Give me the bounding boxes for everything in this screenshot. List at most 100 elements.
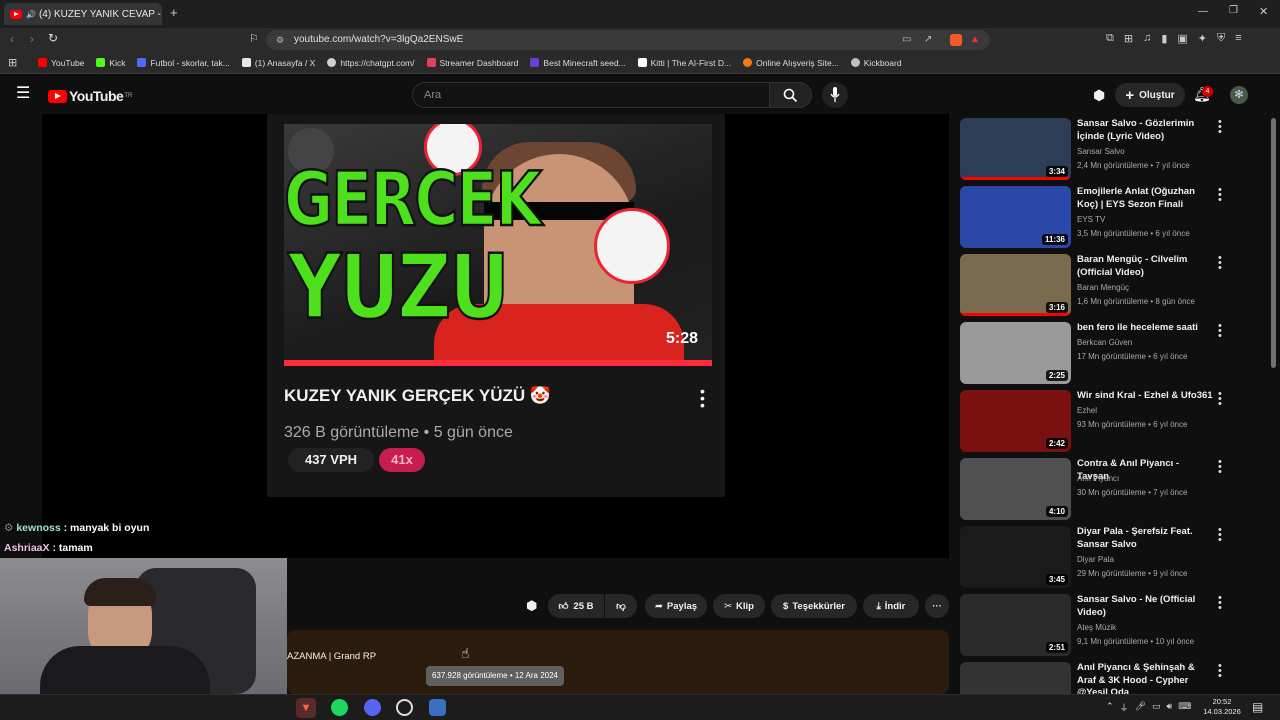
site-info-icon[interactable]: ⚙	[276, 30, 284, 50]
obs-taskbar-icon[interactable]	[396, 699, 413, 716]
page-scrollbar[interactable]	[1271, 118, 1276, 368]
more-options-icon[interactable]: • • •	[1218, 117, 1222, 138]
app-taskbar-icon[interactable]	[429, 699, 446, 716]
endscreen-thumbnail[interactable]: GERCEK YUZU	[284, 124, 712, 366]
more-options-icon[interactable]: • • •	[1218, 253, 1222, 274]
recommendation-item[interactable]: 3:45 Diyar Pala - Şerefsiz Feat. Sansar …	[959, 524, 1223, 592]
usb-icon[interactable]: ⏚	[1120, 701, 1129, 714]
recommendation-thumbnail[interactable]: 3:34	[960, 118, 1071, 180]
recommendation-title[interactable]: ben fero ile heceleme saati	[1077, 322, 1213, 335]
more-actions-button[interactable]: ···	[925, 594, 949, 618]
tray-overflow-icon[interactable]: ⌃	[1106, 701, 1114, 714]
recommendation-item[interactable]: 3:16 Baran Mengüç - Cilvelim (Official V…	[959, 252, 1223, 320]
audio-icon[interactable]: 🔊	[26, 10, 36, 19]
minimize-icon[interactable]: —	[1198, 6, 1208, 17]
notification-center-icon[interactable]: ▤	[1252, 700, 1263, 714]
spotify-taskbar-icon[interactable]	[331, 699, 348, 716]
channel-name[interactable]: Sansar Salvo	[1077, 147, 1125, 156]
bookmark-item[interactable]: YouTube	[38, 58, 84, 68]
create-button[interactable]: + Oluştur	[1115, 83, 1185, 107]
more-options-icon[interactable]: • • •	[1218, 593, 1222, 614]
screenshot-icon[interactable]: ⊞	[1124, 32, 1133, 45]
recommendation-thumbnail[interactable]	[960, 662, 1071, 696]
recommendation-title[interactable]: Emojilerle Anlat (Oğuzhan Koç) | EYS Sez…	[1077, 186, 1213, 211]
cast-icon[interactable]: ▭	[902, 30, 911, 50]
avatar[interactable]: ✻	[1230, 86, 1248, 104]
more-options-icon[interactable]: • • •	[1218, 457, 1222, 478]
bookmark-item[interactable]: (1) Anasayfa / X	[241, 58, 315, 68]
recommendation-thumbnail[interactable]: 4:10	[960, 458, 1071, 520]
recommendation-item[interactable]: 2:51 Sansar Salvo - Ne (Official Video) …	[959, 592, 1223, 660]
recommendation-title[interactable]: Wir sind Kral - Ezhel & Ufo361	[1077, 390, 1213, 403]
bookmark-item[interactable]: Streamer Dashboard	[426, 58, 518, 68]
channel-name[interactable]: Diyar Pala	[1077, 555, 1114, 564]
menu-icon[interactable]: ≡	[1235, 32, 1241, 45]
download-button[interactable]: ⤓ İndir	[863, 594, 919, 618]
recommendation-thumbnail[interactable]: 2:42	[960, 390, 1071, 452]
studio-icon[interactable]: ⬢	[1093, 87, 1105, 104]
recommendation-title[interactable]: Baran Mengüç - Cilvelim (Official Video)	[1077, 254, 1213, 279]
url-field[interactable]: ⚙ youtube.com/watch?v=3lgQa2ENSwE ▭ ↗ ▲	[266, 30, 990, 50]
channel-name[interactable]: Ezhel	[1077, 406, 1097, 415]
recommendation-thumbnail[interactable]: 3:16	[960, 254, 1071, 316]
bookmark-icon[interactable]: ⚐	[249, 32, 259, 45]
bookmark-item[interactable]: Futbol - skorlar, tak...	[137, 58, 230, 68]
media-icon[interactable]: ♫	[1143, 32, 1151, 45]
forward-icon[interactable]: ›	[30, 32, 34, 46]
recommendation-thumbnail[interactable]: 3:45	[960, 526, 1071, 588]
brave-shields-icon[interactable]	[950, 34, 962, 46]
wallet-icon[interactable]: ▣	[1177, 32, 1187, 45]
channel-name[interactable]: Baran Mengüç	[1077, 283, 1129, 292]
recommendation-thumbnail[interactable]: 2:25	[960, 322, 1071, 384]
restore-icon[interactable]: ❐	[1229, 5, 1238, 16]
recommendation-title[interactable]: Sansar Salvo - Ne (Official Video)	[1077, 594, 1213, 619]
close-window-icon[interactable]: ✕	[1259, 5, 1268, 18]
recommendation-item[interactable]: 11:36 Emojilerle Anlat (Oğuzhan Koç) | E…	[959, 184, 1223, 252]
recommendation-item[interactable]: 2:42 Wir sind Kral - Ezhel & Ufo361 Ezhe…	[959, 388, 1223, 456]
channel-name[interactable]: Ateş Müzik	[1077, 623, 1116, 632]
thanks-button[interactable]: $ Teşekkürler	[771, 594, 857, 618]
microphone-icon[interactable]: 🎤︎	[1135, 701, 1146, 714]
network-icon[interactable]: ▭	[1152, 701, 1161, 714]
youtube-logo[interactable]: YouTube TR	[48, 88, 132, 104]
recommendation-thumbnail[interactable]: 2:51	[960, 594, 1071, 656]
share-page-icon[interactable]: ↗	[924, 30, 932, 50]
bookmark-item[interactable]: Kickboard	[850, 58, 902, 68]
leo-ai-icon[interactable]: ✦	[1198, 32, 1207, 45]
sidebar-toggle-icon[interactable]: ▮	[1161, 32, 1167, 45]
volume-icon[interactable]: 🔊︎	[1167, 701, 1173, 714]
extensions-icon[interactable]: ⧉	[1106, 32, 1114, 45]
brave-rewards-icon[interactable]: ▲	[970, 30, 980, 50]
more-options-icon[interactable]: • • •	[1218, 321, 1222, 342]
more-options-icon[interactable]: • • •	[1218, 661, 1222, 682]
recommendation-item[interactable]: 4:10 Contra & Anıl Piyancı - Tavşan Anıl…	[959, 456, 1223, 524]
recommendation-title[interactable]: Sansar Salvo - Gözlerimin İçinde (Lyric …	[1077, 118, 1213, 143]
channel-name[interactable]: Berkcan Güven	[1077, 338, 1132, 347]
brave-taskbar-icon[interactable]: ▼	[296, 698, 316, 718]
channel-name[interactable]: Anıl Piyancı	[1077, 474, 1119, 483]
back-icon[interactable]: ‹	[10, 32, 14, 46]
share-button[interactable]: ➦ Paylaş	[645, 594, 707, 618]
reload-icon[interactable]: ↻	[48, 31, 58, 45]
recommendation-item[interactable]: Anıl Piyancı & Şehinşah & Araf & 3K Hood…	[959, 660, 1223, 696]
active-tab[interactable]: 🔊 (4) KUZEY YANIK CEVAP - You ✕	[4, 3, 162, 25]
dislike-button[interactable]: 👎︎	[605, 594, 637, 618]
like-button[interactable]: 👍︎ 25 B	[548, 594, 604, 618]
recommendation-title[interactable]: Diyar Pala - Şerefsiz Feat. Sansar Salvo	[1077, 526, 1213, 551]
apps-grid-icon[interactable]: ⊞	[8, 56, 17, 69]
channel-name[interactable]: EYS TV	[1077, 215, 1105, 224]
bookmark-item[interactable]: Online Alışveriş Site...	[743, 58, 839, 68]
clock[interactable]: 20:52 14.03.2026	[1202, 697, 1242, 717]
search-input[interactable]: Ara	[412, 82, 770, 108]
voice-search-button[interactable]	[822, 82, 848, 108]
more-options-icon[interactable]: • • •	[1218, 389, 1222, 410]
recommendation-item[interactable]: 2:25 ben fero ile heceleme saati Berkcan…	[959, 320, 1223, 388]
vpn-icon[interactable]: ⛨	[1217, 32, 1225, 45]
recommendation-thumbnail[interactable]: 11:36	[960, 186, 1071, 248]
discord-taskbar-icon[interactable]	[364, 699, 381, 716]
more-options-icon[interactable]: • • •	[1218, 525, 1222, 546]
language-icon[interactable]: ⌨	[1178, 701, 1191, 714]
recommendation-item[interactable]: 3:34 Sansar Salvo - Gözlerimin İçinde (L…	[959, 116, 1223, 184]
recommendation-title[interactable]: Anıl Piyancı & Şehinşah & Araf & 3K Hood…	[1077, 662, 1213, 696]
description-box[interactable]: AZANMA | Grand RP	[287, 630, 949, 694]
